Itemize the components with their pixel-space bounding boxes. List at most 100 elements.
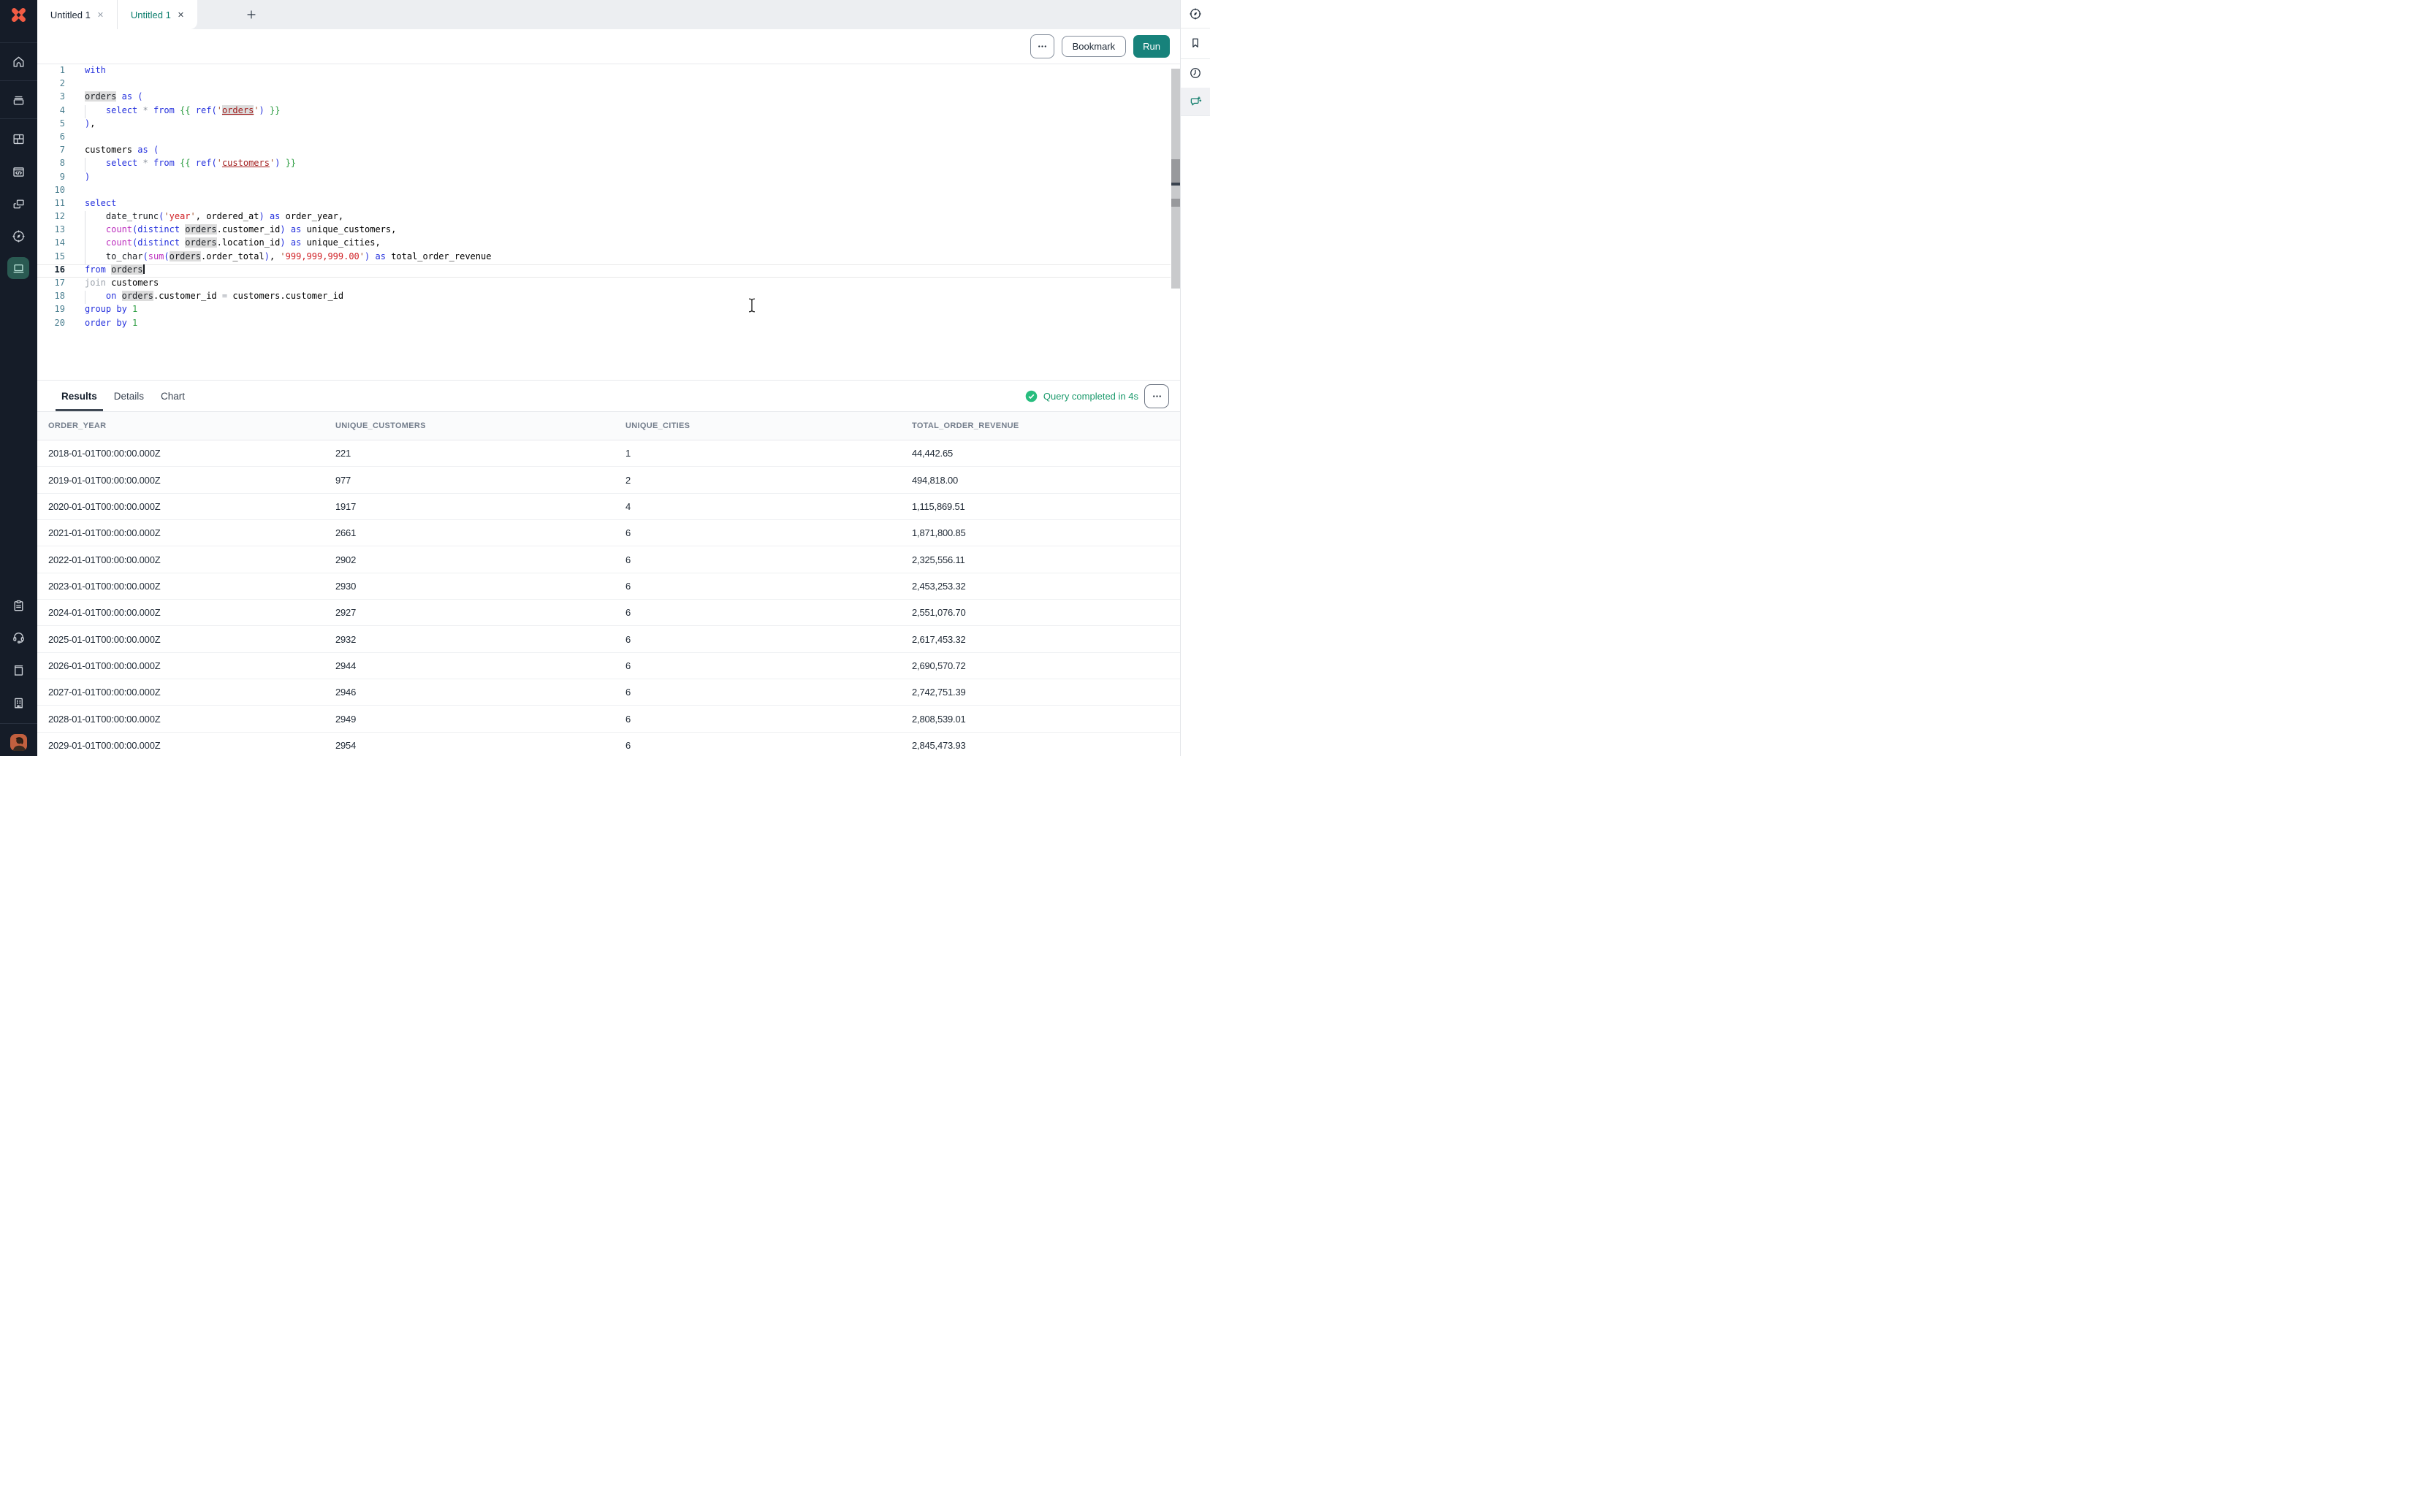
run-button[interactable]: Run (1133, 35, 1170, 58)
code-line-14[interactable]: 14 count(distinct orders.location_id) as… (37, 237, 1171, 251)
table-row[interactable]: 2019-01-01T00:00:00.000Z9772494,818.00 (37, 467, 1181, 493)
bookmark-button[interactable]: Bookmark (1062, 36, 1127, 57)
rightbar-explore-icon[interactable] (1181, 0, 1210, 28)
user-avatar[interactable] (10, 734, 27, 751)
sidebar-item-docs-icon[interactable] (0, 660, 37, 679)
cell: 2 (625, 475, 912, 486)
code-line-8[interactable]: 8 select * from {{ ref('customers') }} (37, 158, 1171, 171)
sidebar-item-explore-icon[interactable] (0, 226, 37, 245)
tab-close-icon[interactable]: ✕ (178, 10, 184, 20)
code-line-4[interactable]: 4 select * from {{ ref('orders') }} (37, 105, 1171, 118)
sidebar-item-support-icon[interactable] (0, 627, 37, 646)
code-token: as (270, 211, 280, 221)
code-token: sum (148, 251, 164, 261)
table-row[interactable]: 2020-01-01T00:00:00.000Z191741,115,869.5… (37, 494, 1181, 520)
line-number: 13 (37, 224, 65, 237)
code-line-19[interactable]: 19group by 1 (37, 304, 1171, 317)
code-token: select (85, 198, 116, 208)
code-token: unique_customers (307, 224, 392, 234)
line-number: 9 (37, 172, 65, 185)
code-line-18[interactable]: 18 on orders.customer_id = customers.cus… (37, 291, 1171, 304)
code-token: , (90, 118, 95, 129)
sidebar-item-collections-icon[interactable] (0, 90, 37, 109)
column-header[interactable]: UNIQUE_CITIES (625, 421, 912, 430)
results-more-button[interactable] (1144, 384, 1169, 408)
code-line-17[interactable]: 17join customers (37, 278, 1171, 291)
rightbar-bookmark-icon[interactable] (1181, 28, 1210, 59)
table-row[interactable]: 2027-01-01T00:00:00.000Z294662,742,751.3… (37, 679, 1181, 706)
line-number: 15 (37, 251, 65, 264)
code-line-5[interactable]: 5), (37, 118, 1171, 131)
column-header[interactable]: TOTAL_ORDER_REVENUE (912, 421, 1181, 430)
more-options-button[interactable] (1030, 34, 1054, 58)
code-line-16[interactable]: 16from orders (37, 264, 1171, 278)
sql-editor[interactable]: 1with23orders as (4 select * from {{ ref… (37, 64, 1181, 380)
code-line-13[interactable]: 13 count(distinct orders.customer_id) as… (37, 224, 1171, 237)
results-tab-results[interactable]: Results (60, 381, 99, 411)
results-tab-details[interactable]: Details (113, 381, 145, 411)
tab-label: Untitled 1 (50, 9, 91, 20)
sidebar-item-apps-icon[interactable] (0, 129, 37, 148)
code-line-7[interactable]: 7customers as ( (37, 145, 1171, 158)
rightbar-ai-assistant-icon[interactable] (1181, 88, 1210, 116)
code-line-20[interactable]: 20order by 1 (37, 318, 1171, 331)
code-text: ) (85, 172, 90, 185)
table-row[interactable]: 2025-01-01T00:00:00.000Z293262,617,453.3… (37, 626, 1181, 652)
code-text: date_trunc('year', ordered_at) as order_… (85, 211, 343, 224)
code-token: total_order_revenue (391, 251, 491, 261)
code-token: ordered_at (206, 211, 259, 221)
code-line-15[interactable]: 15 to_char(sum(orders.order_total), '999… (37, 251, 1171, 264)
code-text: select (85, 198, 116, 211)
code-line-10[interactable]: 10 (37, 185, 1171, 198)
code-token: orders (122, 291, 153, 301)
editor-tab-1[interactable]: Untitled 1 ✕ (37, 0, 118, 29)
code-token: * (143, 105, 148, 115)
results-tab-chart[interactable]: Chart (159, 381, 186, 411)
code-text: count(distinct orders.customer_id) as un… (85, 224, 396, 237)
code-line-12[interactable]: 12 date_trunc('year', ordered_at) as ord… (37, 211, 1171, 224)
hex-notebook-app: Untitled 1✕Untitled 1✕ Bookmark Run 1wit… (0, 0, 1210, 756)
table-row[interactable]: 2028-01-01T00:00:00.000Z294962,808,539.0… (37, 706, 1181, 732)
cell: 2,325,556.11 (912, 554, 1181, 565)
code-token: * (143, 158, 148, 168)
code-line-1[interactable]: 1with (37, 65, 1171, 78)
table-row[interactable]: 2022-01-01T00:00:00.000Z290262,325,556.1… (37, 546, 1181, 573)
column-header[interactable]: UNIQUE_CUSTOMERS (335, 421, 625, 430)
hex-logo-icon[interactable] (9, 6, 28, 24)
column-header[interactable]: ORDER_YEAR (48, 421, 335, 430)
code-token: . (217, 237, 222, 248)
sidebar-item-organization-icon[interactable] (0, 693, 37, 712)
table-row[interactable]: 2021-01-01T00:00:00.000Z266161,871,800.8… (37, 520, 1181, 546)
code-line-3[interactable]: 3orders as ( (37, 91, 1171, 104)
right-sidebar (1180, 0, 1210, 756)
code-token: ref (196, 158, 212, 168)
code-token: year (170, 211, 191, 221)
table-row[interactable]: 2023-01-01T00:00:00.000Z293062,453,253.3… (37, 573, 1181, 600)
sidebar-item-home-icon[interactable] (0, 52, 37, 71)
code-line-9[interactable]: 9) (37, 172, 1171, 185)
sidebar-item-changelog-icon[interactable] (0, 596, 37, 615)
cell: 1917 (335, 501, 625, 512)
code-token: from (85, 264, 106, 275)
cell: 1,115,869.51 (912, 501, 1181, 512)
sidebar-item-windows-icon[interactable] (0, 194, 37, 213)
code-line-11[interactable]: 11select (37, 198, 1171, 211)
rightbar-history-icon[interactable] (1181, 58, 1210, 88)
sidebar-item-notebook-icon[interactable] (7, 257, 29, 279)
code-token (116, 291, 121, 301)
new-tab-button[interactable] (243, 6, 260, 23)
sidebar-item-code-window-icon[interactable] (0, 162, 37, 181)
table-row[interactable]: 2029-01-01T00:00:00.000Z295462,845,473.9… (37, 733, 1181, 756)
code-token: ) (259, 211, 264, 221)
line-number: 8 (37, 158, 65, 171)
code-line-2[interactable]: 2 (37, 78, 1171, 91)
code-text: select * from {{ ref('customers') }} (85, 158, 296, 171)
code-token (191, 105, 196, 115)
editor-tab-2[interactable]: Untitled 1✕ (118, 0, 197, 29)
line-number: 18 (37, 291, 65, 304)
table-row[interactable]: 2026-01-01T00:00:00.000Z294462,690,570.7… (37, 653, 1181, 679)
code-line-6[interactable]: 6 (37, 131, 1171, 145)
table-row[interactable]: 2024-01-01T00:00:00.000Z292762,551,076.7… (37, 600, 1181, 626)
table-row[interactable]: 2018-01-01T00:00:00.000Z221144,442.65 (37, 440, 1181, 467)
tab-close-icon[interactable]: ✕ (97, 10, 104, 20)
